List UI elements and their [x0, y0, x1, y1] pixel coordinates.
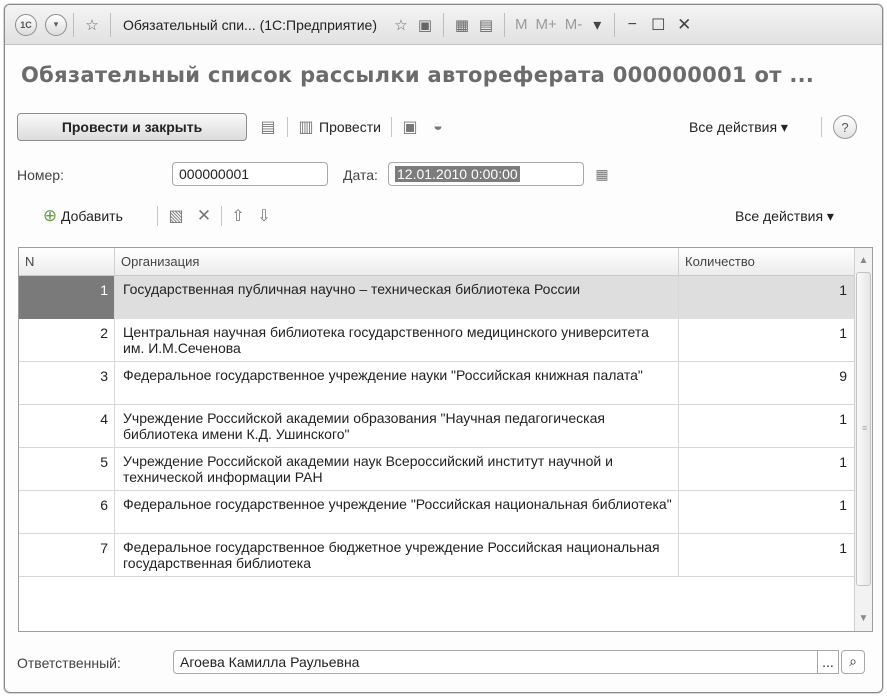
responsible-select-button[interactable]: ... [817, 650, 839, 674]
bookmark-icon[interactable]: ▣ [413, 13, 437, 37]
add-button[interactable]: Добавить [61, 208, 123, 224]
row-quantity: 1 [679, 534, 856, 577]
table-header: N Организация Количество [19, 248, 856, 276]
toolbar-separator [287, 117, 288, 137]
row-number: 3 [19, 362, 115, 405]
row-organization: Центральная научная библиотека государст… [115, 319, 679, 362]
row-number: 4 [19, 405, 115, 448]
minimize-icon[interactable]: − [621, 14, 643, 36]
window-title: Обязательный спи... (1С:Предприятие) [123, 16, 377, 33]
row-number: 2 [19, 319, 115, 362]
toolbar-separator [157, 206, 158, 226]
save-icon[interactable]: ▤ [257, 116, 279, 138]
row-number: 5 [19, 448, 115, 491]
document-window: 1С ▾ ☆ Обязательный спи... (1С:Предприят… [4, 4, 883, 693]
row-quantity: 1 [679, 405, 856, 448]
table-row[interactable]: 1 Государственная публичная научно – тех… [19, 276, 856, 319]
window-menu-icon[interactable]: ▾ [586, 14, 608, 36]
copy-row-icon[interactable]: ▧ [165, 205, 187, 227]
row-organization: Учреждение Российской академии наук Всер… [115, 448, 679, 491]
delete-row-icon[interactable]: ✕ [193, 205, 215, 227]
date-field[interactable]: 12.01.2010 0:00:00 [388, 162, 584, 186]
calendar-picker-icon[interactable]: ▦ [591, 163, 613, 185]
toolbar-separator [221, 206, 222, 226]
scrollbar-thumb[interactable]: ≡ [856, 272, 871, 586]
add-favorite-icon[interactable]: ☆ [389, 13, 413, 37]
table-row[interactable]: 5 Учреждение Российской академии наук Вс… [19, 448, 856, 491]
post-button[interactable]: Провести [319, 119, 381, 135]
maximize-icon[interactable]: ☐ [647, 14, 669, 36]
report-icon[interactable]: ◒ [427, 116, 449, 138]
app-logo-icon[interactable]: 1С [15, 13, 37, 36]
help-icon[interactable]: ? [833, 115, 857, 139]
row-number: 1 [19, 276, 115, 319]
date-label: Дата: [343, 167, 378, 183]
grip-icon: ≡ [862, 423, 868, 433]
row-organization: Учреждение Российской академии образован… [115, 405, 679, 448]
responsible-label: Ответственный: [17, 655, 121, 671]
move-down-icon[interactable]: ⇩ [253, 205, 275, 227]
scroll-down-icon[interactable]: ▼ [855, 608, 872, 628]
row-quantity: 9 [679, 362, 856, 405]
row-organization: Федеральное государственное бюджетное уч… [115, 534, 679, 577]
row-number: 6 [19, 491, 115, 534]
close-icon[interactable]: ✕ [673, 14, 695, 36]
memory-m-button[interactable]: M [515, 16, 528, 33]
search-icon[interactable]: ⌕ [841, 650, 865, 674]
row-quantity: 1 [679, 276, 856, 319]
row-organization: Государственная публичная научно – техни… [115, 276, 679, 319]
table-row[interactable]: 7 Федеральное государственное бюджетное … [19, 534, 856, 577]
table-row[interactable]: 2 Центральная научная библиотека государ… [19, 319, 856, 362]
post-icon[interactable]: ▥ [295, 116, 317, 138]
titlebar-separator [110, 12, 111, 37]
number-label: Номер: [17, 167, 64, 183]
number-field[interactable]: 000000001 [172, 162, 328, 186]
row-organization: Федеральное государственное учреждение н… [115, 362, 679, 405]
page-title: Обязательный список рассылки автореферат… [21, 63, 815, 87]
titlebar-separator [503, 12, 505, 37]
memory-m-minus-button[interactable]: M- [565, 16, 583, 33]
table-all-actions-menu[interactable]: Все действия ▾ [735, 208, 834, 225]
calendar-icon[interactable]: ▤ [474, 13, 498, 37]
row-quantity: 1 [679, 319, 856, 362]
date-value: 12.01.2010 0:00:00 [395, 166, 520, 182]
calculator-icon[interactable]: ▦ [450, 13, 474, 37]
menu-dropdown-icon[interactable]: ▾ [45, 13, 67, 36]
favorite-star-icon[interactable]: ☆ [80, 13, 104, 37]
column-header-n[interactable]: N [19, 248, 115, 276]
toolbar-separator [821, 117, 822, 137]
responsible-field[interactable]: Агоева Камилла Раульевна [173, 650, 838, 674]
titlebar-separator [73, 12, 74, 37]
toolbar-separator [391, 117, 392, 137]
all-actions-menu[interactable]: Все действия ▾ [689, 119, 788, 136]
row-organization: Федеральное государственное учреждение "… [115, 491, 679, 534]
titlebar-separator [614, 12, 616, 37]
organizations-table: N Организация Количество 1 Государственн… [18, 247, 873, 632]
column-header-quantity[interactable]: Количество [679, 248, 856, 276]
table-row[interactable]: 4 Учреждение Российской академии образов… [19, 405, 856, 448]
add-icon[interactable]: ⊕ [39, 205, 61, 227]
row-quantity: 1 [679, 448, 856, 491]
table-all-actions-label: Все действия [735, 208, 824, 224]
row-number: 7 [19, 534, 115, 577]
command-bar: Провести и закрыть ▤ ▥ Провести ▣ ◒ Все … [5, 112, 882, 144]
titlebar-separator [442, 12, 444, 37]
move-up-icon[interactable]: ⇧ [227, 205, 249, 227]
table-row[interactable]: 6 Федеральное государственное учреждение… [19, 491, 856, 534]
column-header-organization[interactable]: Организация [115, 248, 679, 276]
print-icon[interactable]: ▣ [399, 116, 421, 138]
row-quantity: 1 [679, 491, 856, 534]
memory-m-plus-button[interactable]: M+ [535, 16, 556, 33]
all-actions-label: Все действия [689, 119, 778, 135]
scroll-up-icon[interactable]: ▲ [855, 250, 872, 270]
post-and-close-button[interactable]: Провести и закрыть [17, 113, 247, 141]
vertical-scrollbar[interactable]: ▲ ≡ ▼ [854, 248, 872, 631]
table-row[interactable]: 3 Федеральное государственное учреждение… [19, 362, 856, 405]
title-bar: 1С ▾ ☆ Обязательный спи... (1С:Предприят… [5, 5, 882, 45]
